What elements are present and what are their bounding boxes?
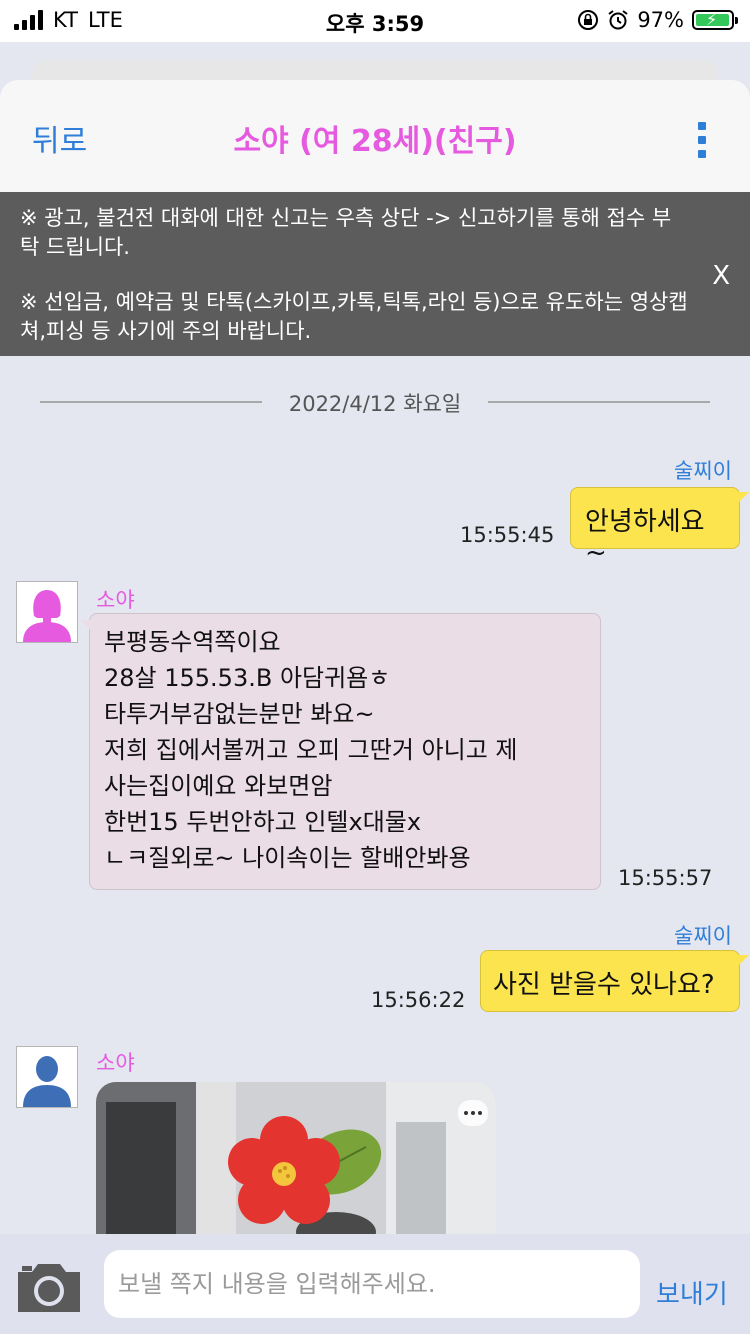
message-line: 저희 집에서볼꺼고 오피 그딴거 아니고 제 (104, 736, 518, 764)
message-line: 28살 155.53.B 아담귀욤ㅎ (104, 664, 391, 692)
default-avatar-icon (17, 1047, 77, 1107)
notice-line-1: ※ 광고, 불건전 대화에 대한 신고는 우측 상단 -> 신고하기를 통해 접… (20, 206, 672, 259)
avatar-female[interactable] (16, 581, 78, 643)
sender-name: 소야 (96, 1051, 135, 1075)
date-label: 2022/4/12 화요일 (288, 392, 462, 416)
nav-bar: 뒤로 소야 (여 28세)(친구) (0, 80, 750, 193)
image-message[interactable] (96, 1082, 496, 1242)
avatar-default[interactable] (16, 1046, 78, 1108)
sender-name: 술찌이 (674, 459, 732, 483)
status-bar: KT LTE 오후 3:59 97% ⚡ (0, 0, 750, 42)
message-composer: 보내기 (0, 1234, 750, 1334)
message-line: 사는집이예요 와보면암 (104, 772, 333, 800)
notice-line-2: ※ 선입금, 예약금 및 타톡(스카이프,카톡,틱톡,라인 등)으로 유도하는 … (20, 290, 688, 343)
alarm-icon (608, 10, 628, 30)
page-title: 소야 (여 28세)(친구) (233, 124, 517, 159)
message-line: 타투거부감없는분만 봐요~ (104, 700, 375, 728)
image-more-icon[interactable] (458, 1100, 488, 1126)
my-message-bubble[interactable]: 사진 받을수 있나요? (480, 950, 749, 1012)
battery-percent: 97% (637, 8, 684, 32)
message-line: 한번15 두번안하고 인텔x대물x (104, 808, 422, 836)
orientation-lock-icon (578, 10, 599, 30)
more-menu-icon[interactable] (698, 122, 706, 158)
camera-icon[interactable] (14, 1258, 84, 1314)
battery-icon: ⚡ (692, 10, 738, 30)
send-button[interactable]: 보내기 (656, 1274, 728, 1311)
female-avatar-icon (17, 582, 77, 642)
my-message-bubble[interactable]: 안녕하세요~ (570, 487, 749, 568)
message-time: 15:55:57 (618, 866, 713, 890)
sender-name: 술찌이 (674, 924, 732, 948)
photo-image (96, 1082, 496, 1242)
close-notice-button[interactable]: X (712, 262, 730, 291)
status-right: 97% ⚡ (577, 8, 738, 32)
message-line: ㄴㅋ질외로~ 나이속이는 할배안봐용 (104, 844, 471, 872)
notice-banner: ※ 광고, 불건전 대화에 대한 신고는 우측 상단 -> 신고하기를 통해 접… (0, 192, 750, 356)
message-time: 15:56:22 (371, 988, 466, 1012)
sender-name: 소야 (96, 588, 135, 612)
message-time: 15:55:45 (460, 523, 555, 547)
message-line: 부평동수역쪽이요 (104, 628, 281, 656)
message-input[interactable] (104, 1250, 640, 1318)
date-separator: 2022/4/12 화요일 (40, 388, 710, 416)
other-message-bubble[interactable]: 부평동수역쪽이요 28살 155.53.B 아담귀욤ㅎ 타투거부감없는분만 봐요… (80, 613, 601, 890)
